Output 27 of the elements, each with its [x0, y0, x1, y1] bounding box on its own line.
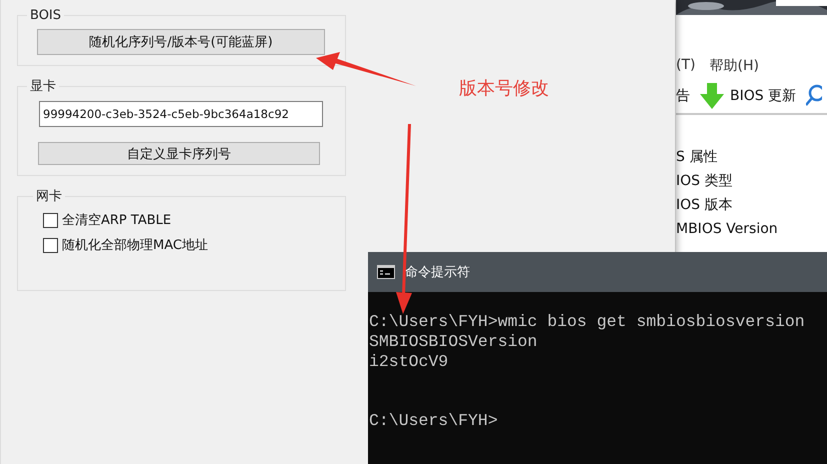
checkbox-label: 随机化全部物理MAC地址: [62, 237, 208, 254]
property-item[interactable]: S 属性: [676, 145, 827, 169]
checkbox[interactable]: [43, 212, 58, 228]
property-item[interactable]: MBIOS Version: [676, 217, 827, 241]
search-icon[interactable]: [806, 84, 822, 108]
console-line: i2stOcV9: [369, 352, 450, 372]
menu-item[interactable]: (T): [676, 57, 696, 79]
group-title: 网卡: [35, 188, 63, 205]
console-line: SMBIOSBIOSVersion: [369, 332, 538, 352]
window-title: 命令提示符: [405, 264, 470, 281]
toolbar-label: 告: [676, 87, 690, 105]
property-item[interactable]: IOS 类型: [676, 169, 827, 193]
update-button[interactable]: BIOS 更新: [700, 83, 796, 109]
checkbox-label: 全清空ARP TABLE: [62, 212, 172, 229]
action-button[interactable]: 自定义显卡序列号: [38, 142, 320, 165]
console-line: C:\Users\FYH>: [369, 411, 499, 431]
input-field[interactable]: 99994200-c3eb-3524-c5eb-9bc364a18c92: [39, 101, 323, 127]
action-button[interactable]: 随机化序列号/版本号(可能蓝屏): [37, 29, 325, 55]
console-line: C:\Users\FYH>wmic bios get smbiosbiosversion: [369, 312, 806, 332]
group-title: BOIS: [29, 8, 62, 23]
checkbox[interactable]: [43, 238, 58, 252]
download-arrow-icon: [700, 83, 724, 109]
annotation-text: 版本号修改: [459, 77, 549, 100]
menu-item[interactable]: 帮助(H): [709, 57, 759, 79]
group-title: 显卡: [29, 78, 57, 95]
property-item[interactable]: IOS 版本: [676, 193, 827, 217]
console-icon: [377, 265, 395, 279]
